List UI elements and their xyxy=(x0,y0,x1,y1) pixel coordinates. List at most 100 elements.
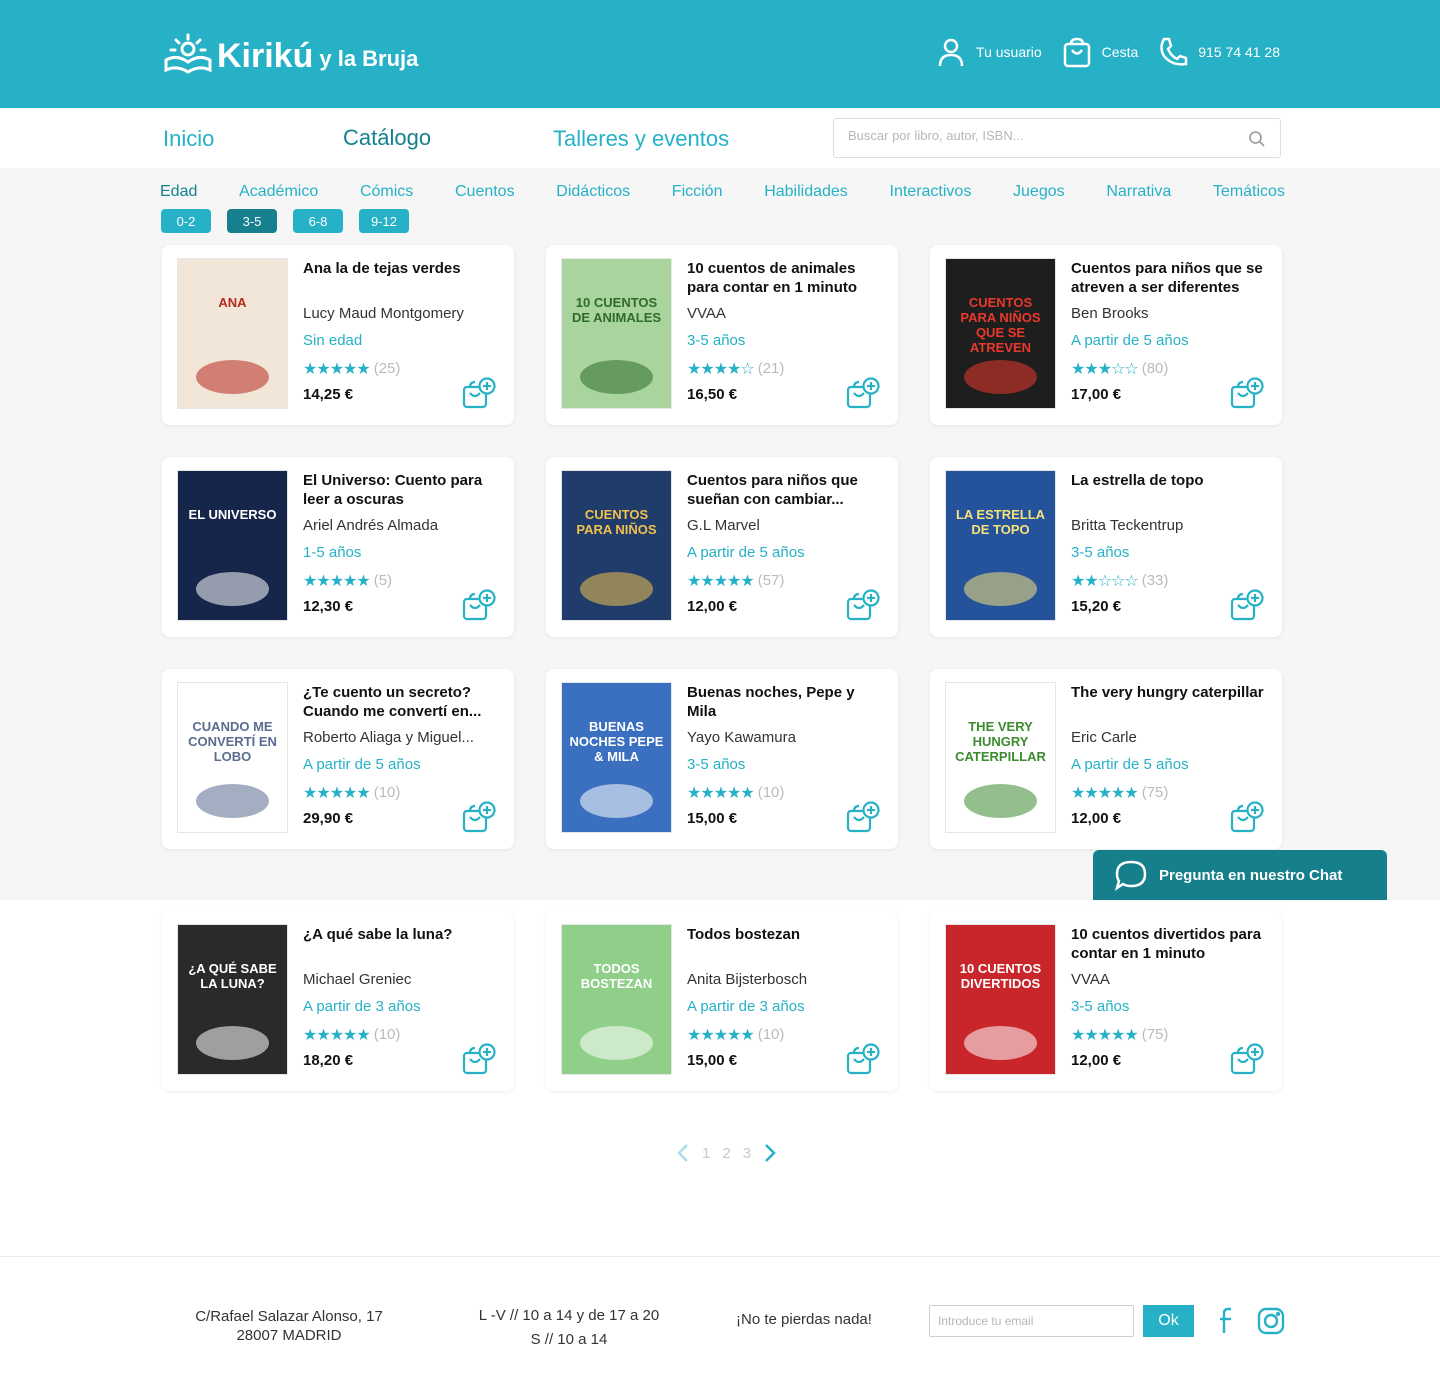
category-tematicos[interactable]: Temáticos xyxy=(1213,183,1285,201)
book-cover[interactable]: Buenas noches Pepe & Mila xyxy=(561,682,672,833)
category-cuentos[interactable]: Cuentos xyxy=(455,183,515,201)
book-cover[interactable]: Cuando me convertí en lobo xyxy=(177,682,288,833)
book-cover[interactable]: Todos bostezan xyxy=(561,924,672,1075)
page-3[interactable]: 3 xyxy=(743,1145,751,1162)
add-to-cart-icon[interactable] xyxy=(1230,801,1264,833)
book-rating: ★★★★☆ (21) xyxy=(687,359,884,378)
category-narrativa[interactable]: Narrativa xyxy=(1106,183,1171,201)
category-edad[interactable]: Edad xyxy=(160,183,197,201)
category-habilidades[interactable]: Habilidades xyxy=(764,183,848,201)
cart-link[interactable]: Cesta xyxy=(1062,36,1138,68)
add-to-cart-icon[interactable] xyxy=(846,589,880,621)
chevron-right-icon[interactable] xyxy=(763,1142,777,1164)
book-cover[interactable]: ¿A qué sabe la luna? xyxy=(177,924,288,1075)
product-card[interactable]: El universo El Universo: Cuento para lee… xyxy=(162,457,514,637)
user-link[interactable]: Tu usuario xyxy=(936,36,1042,68)
book-cover[interactable]: La estrella de Topo xyxy=(945,470,1056,621)
book-cover[interactable]: The very hungry caterpillar xyxy=(945,682,1056,833)
book-cover[interactable]: 10 cuentos divertidos xyxy=(945,924,1056,1075)
book-title[interactable]: Cuentos para niños que sueñan con cambia… xyxy=(687,471,884,509)
age-filters: 0-2 3-5 6-8 9-12 xyxy=(161,209,409,233)
product-card[interactable]: The very hungry caterpillar The very hun… xyxy=(930,669,1282,849)
nav-home[interactable]: Inicio xyxy=(163,126,214,152)
book-rating: ★★☆☆☆ (33) xyxy=(1071,571,1268,590)
age-filter-6-8[interactable]: 6-8 xyxy=(293,209,343,233)
newsletter-email-input[interactable] xyxy=(929,1305,1134,1337)
product-card[interactable]: ¿A qué sabe la luna? ¿A qué sabe la luna… xyxy=(162,911,514,1091)
add-to-cart-icon[interactable] xyxy=(462,801,496,833)
book-title[interactable]: Buenas noches, Pepe y Mila xyxy=(687,683,884,721)
product-card[interactable]: Cuentos para niños Cuentos para niños qu… xyxy=(546,457,898,637)
add-to-cart-icon[interactable] xyxy=(846,377,880,409)
age-filter-3-5[interactable]: 3-5 xyxy=(227,209,277,233)
review-count: (21) xyxy=(757,360,785,377)
cover-illustration xyxy=(196,1026,269,1060)
category-academico[interactable]: Académico xyxy=(239,183,318,201)
product-card[interactable]: La estrella de Topo La estrella de topo … xyxy=(930,457,1282,637)
search-box xyxy=(833,118,1281,158)
newsletter-ok-button[interactable]: Ok xyxy=(1143,1305,1194,1337)
book-title[interactable]: Ana la de tejas verdes xyxy=(303,259,500,297)
book-rating: ★★★★★ (10) xyxy=(687,1025,884,1044)
category-juegos[interactable]: Juegos xyxy=(1013,183,1065,201)
nav-catalog[interactable]: Catálogo xyxy=(343,125,431,151)
product-card[interactable]: Ana Ana la de tejas verdes Lucy Maud Mon… xyxy=(162,245,514,425)
book-rating: ★★★★★ (10) xyxy=(303,783,500,802)
age-filter-0-2[interactable]: 0-2 xyxy=(161,209,211,233)
category-ficcion[interactable]: Ficción xyxy=(672,183,723,201)
book-title[interactable]: La estrella de topo xyxy=(1071,471,1268,509)
page-1[interactable]: 1 xyxy=(702,1145,710,1162)
category-interactivos[interactable]: Interactivos xyxy=(890,183,972,201)
book-cover[interactable]: 10 cuentos de animales xyxy=(561,258,672,409)
add-to-cart-icon[interactable] xyxy=(462,377,496,409)
add-to-cart-icon[interactable] xyxy=(846,1043,880,1075)
age-filter-9-12[interactable]: 9-12 xyxy=(359,209,409,233)
book-title[interactable]: El Universo: Cuento para leer a oscuras xyxy=(303,471,500,509)
book-cover[interactable]: El universo xyxy=(177,470,288,621)
book-age: A partir de 3 años xyxy=(687,998,805,1015)
book-age: 3-5 años xyxy=(687,756,746,773)
add-to-cart-icon[interactable] xyxy=(1230,1043,1264,1075)
review-count: (57) xyxy=(757,572,785,589)
product-card[interactable]: Cuando me convertí en lobo ¿Te cuento un… xyxy=(162,669,514,849)
book-title[interactable]: ¿Te cuento un secreto? Cuando me convert… xyxy=(303,683,500,721)
book-cover[interactable]: Cuentos para niños xyxy=(561,470,672,621)
book-cover[interactable]: Ana xyxy=(177,258,288,409)
category-comics[interactable]: Cómics xyxy=(360,183,413,201)
rating-stars: ★★★★★ xyxy=(303,572,371,590)
category-didacticos[interactable]: Didácticos xyxy=(556,183,630,201)
book-title[interactable]: Cuentos para niños que se atreven a ser … xyxy=(1071,259,1268,297)
page-2[interactable]: 2 xyxy=(722,1145,730,1162)
cover-title: El universo xyxy=(188,507,277,522)
book-rating: ★★★★★ (10) xyxy=(303,1025,500,1044)
book-title[interactable]: 10 cuentos divertidos para contar en 1 m… xyxy=(1071,925,1268,963)
book-title[interactable]: ¿A qué sabe la luna? xyxy=(303,925,500,963)
chat-button[interactable]: Pregunta en nuestro Chat xyxy=(1093,850,1387,900)
rating-stars: ★★★★★ xyxy=(687,1026,755,1044)
book-title[interactable]: Todos bostezan xyxy=(687,925,884,963)
add-to-cart-icon[interactable] xyxy=(462,589,496,621)
cover-title: ¿A qué sabe la luna? xyxy=(188,961,277,991)
add-to-cart-icon[interactable] xyxy=(846,801,880,833)
book-title[interactable]: 10 cuentos de animales para contar en 1 … xyxy=(687,259,884,297)
facebook-icon[interactable] xyxy=(1212,1305,1242,1337)
add-to-cart-icon[interactable] xyxy=(462,1043,496,1075)
phone-link[interactable]: 915 74 41 28 xyxy=(1158,36,1280,68)
chevron-left-icon[interactable] xyxy=(676,1142,690,1164)
instagram-icon[interactable] xyxy=(1256,1305,1286,1337)
product-card[interactable]: 10 cuentos de animales 10 cuentos de ani… xyxy=(546,245,898,425)
add-to-cart-icon[interactable] xyxy=(1230,589,1264,621)
search-input[interactable] xyxy=(848,128,1238,143)
add-to-cart-icon[interactable] xyxy=(1230,377,1264,409)
book-cover[interactable]: Cuentos para niños que se atreven xyxy=(945,258,1056,409)
book-age: 3-5 años xyxy=(1071,544,1130,561)
product-card[interactable]: Todos bostezan Todos bostezan Anita Bijs… xyxy=(546,911,898,1091)
brand-logo[interactable]: Kirikú y la Bruja xyxy=(163,32,418,76)
book-title[interactable]: The very hungry caterpillar xyxy=(1071,683,1268,721)
site-header: Kirikú y la Bruja Tu usuario Cesta 915 7… xyxy=(0,0,1440,108)
product-card[interactable]: Cuentos para niños que se atreven Cuento… xyxy=(930,245,1282,425)
product-card[interactable]: 10 cuentos divertidos 10 cuentos diverti… xyxy=(930,911,1282,1091)
nav-events[interactable]: Talleres y eventos xyxy=(553,126,729,152)
product-card[interactable]: Buenas noches Pepe & Mila Buenas noches,… xyxy=(546,669,898,849)
search-icon[interactable] xyxy=(1248,130,1266,148)
